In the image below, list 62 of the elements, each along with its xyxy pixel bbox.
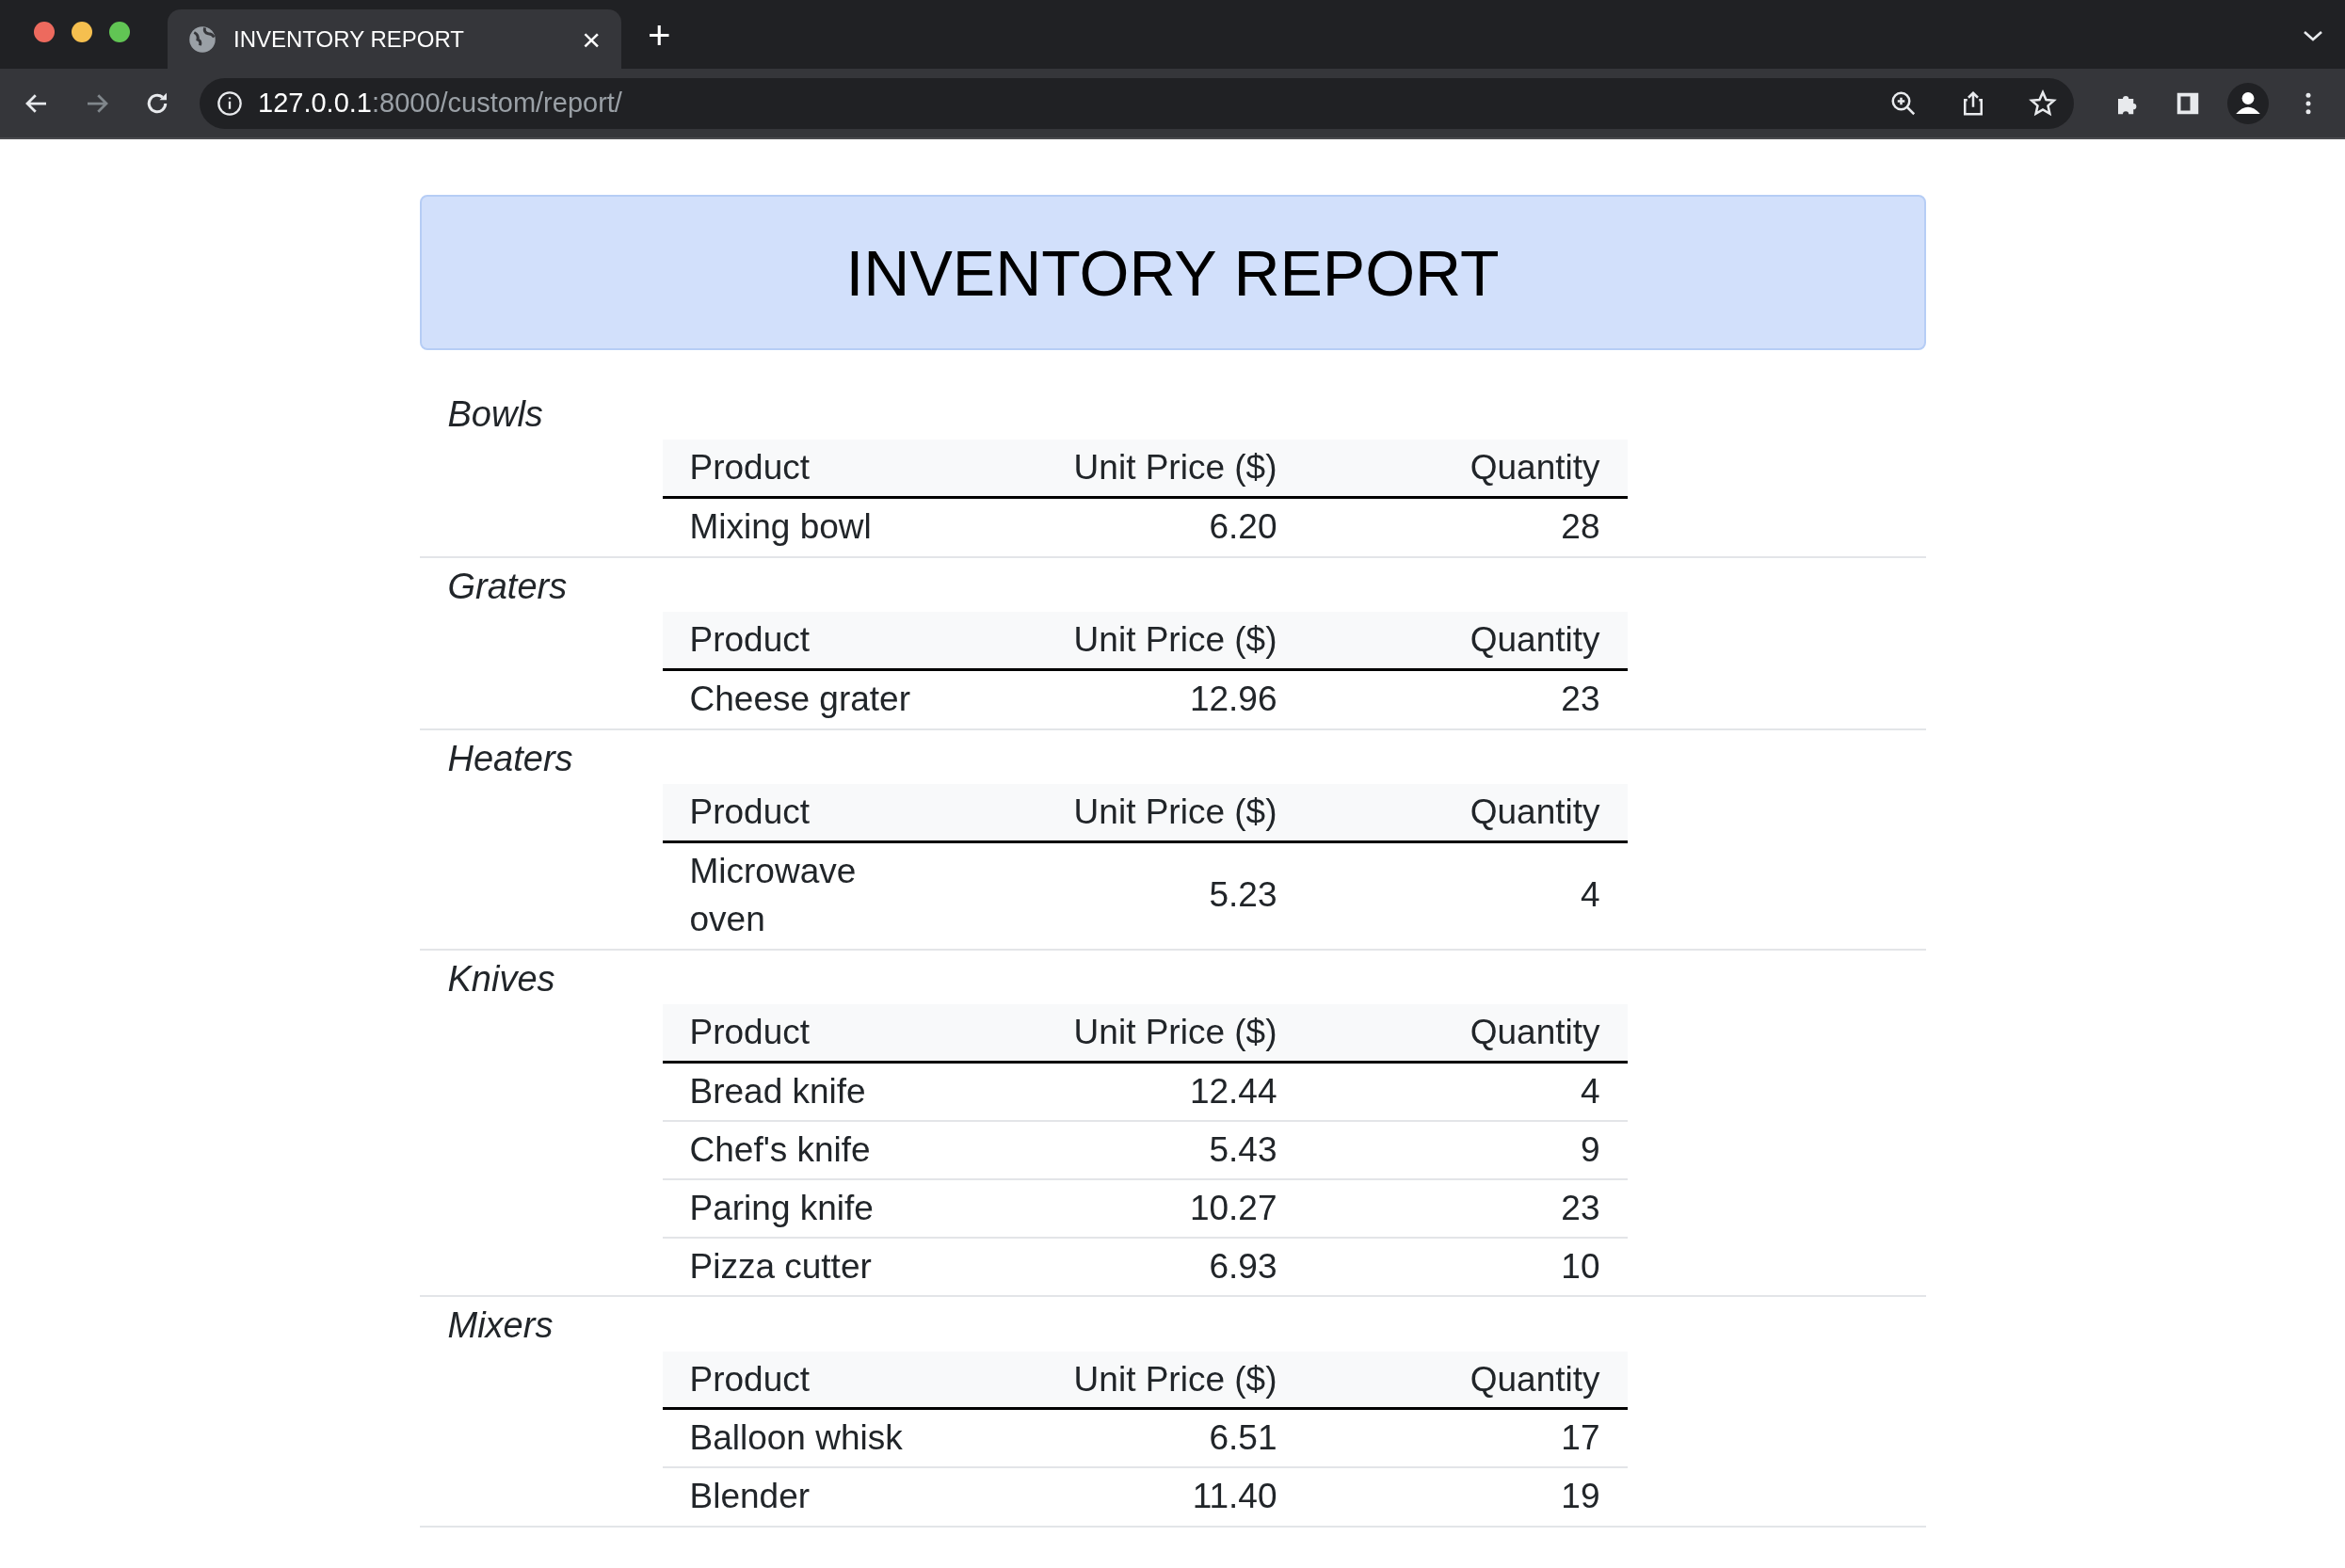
table-cell: Bread knife: [662, 1062, 945, 1121]
column-header: Unit Price ($): [944, 611, 1305, 670]
chevron-down-icon[interactable]: [2302, 28, 2324, 43]
category-heading: Knives: [446, 958, 555, 1001]
table-cell: 4: [1304, 1062, 1628, 1121]
table-cell: 9: [1304, 1120, 1628, 1179]
table-cell: Pizza cutter: [662, 1237, 945, 1295]
column-header: Unit Price ($): [944, 783, 1305, 842]
column-header: Product: [662, 440, 945, 498]
table-cell: Balloon whisk: [662, 1408, 945, 1468]
table-cell: 12.96: [944, 669, 1305, 728]
column-header: Product: [662, 611, 945, 670]
column-header: Quantity: [1304, 1351, 1628, 1409]
profile-icon[interactable]: [2227, 82, 2269, 124]
table-cell: 17: [1304, 1408, 1628, 1468]
globe-icon: [188, 24, 217, 54]
category-heading: Bowls: [446, 393, 543, 436]
category-heading: Heaters: [446, 737, 573, 780]
column-header: Product: [662, 783, 945, 842]
table-cell: 19: [1304, 1467, 1628, 1525]
zoom-window-button[interactable]: [109, 22, 130, 42]
table-cell: 6.20: [944, 497, 1305, 555]
minimize-window-button[interactable]: [72, 22, 92, 42]
address-bar[interactable]: 127.0.0.1:8000/custom/report/: [200, 77, 2074, 129]
table-cell: 28: [1304, 497, 1628, 555]
table-cell: 5.23: [944, 841, 1305, 949]
tab-title: INVENTORY REPORT: [233, 25, 465, 53]
table-cell: 11.40: [944, 1467, 1305, 1525]
column-header: Quantity: [1304, 440, 1628, 498]
category-heading: Graters: [446, 565, 568, 608]
table-cell: 10: [1304, 1237, 1628, 1295]
url-text: 127.0.0.1:8000/custom/report/: [258, 88, 623, 119]
column-header: Quantity: [1304, 1004, 1628, 1063]
table-cell: Chef's knife: [662, 1120, 945, 1179]
table-cell: 4: [1304, 841, 1628, 949]
report-title: INVENTORY REPORT: [845, 235, 1500, 310]
table-cell: Microwave oven: [662, 841, 945, 949]
star-icon[interactable]: [2029, 88, 2057, 118]
browser-tab[interactable]: INVENTORY REPORT ×: [168, 9, 621, 69]
column-header: Quantity: [1304, 611, 1628, 670]
column-header: Unit Price ($): [944, 1351, 1305, 1409]
table-cell: 6.51: [944, 1408, 1305, 1468]
close-tab-button[interactable]: ×: [582, 23, 601, 56]
table-cell: Mixing bowl: [662, 497, 945, 555]
table-cell: 5.43: [944, 1120, 1305, 1179]
table-cell: 10.27: [944, 1178, 1305, 1238]
table-cell: 12.44: [944, 1062, 1305, 1121]
column-header: Quantity: [1304, 783, 1628, 842]
column-header: Product: [662, 1351, 945, 1409]
close-window-button[interactable]: [34, 22, 55, 42]
table-cell: 6.93: [944, 1237, 1305, 1295]
info-icon[interactable]: [217, 89, 243, 117]
table-cell: 23: [1304, 1178, 1628, 1238]
column-header: Unit Price ($): [944, 440, 1305, 498]
new-tab-button[interactable]: +: [648, 16, 671, 56]
category-heading: Mixers: [446, 1304, 554, 1348]
table-cell: 23: [1304, 669, 1628, 728]
table-cell: Paring knife: [662, 1178, 945, 1238]
table-cell: Cheese grater: [662, 669, 945, 728]
column-header: Unit Price ($): [944, 1004, 1305, 1063]
column-header: Product: [662, 1004, 945, 1063]
table-cell: Blender: [662, 1467, 945, 1525]
